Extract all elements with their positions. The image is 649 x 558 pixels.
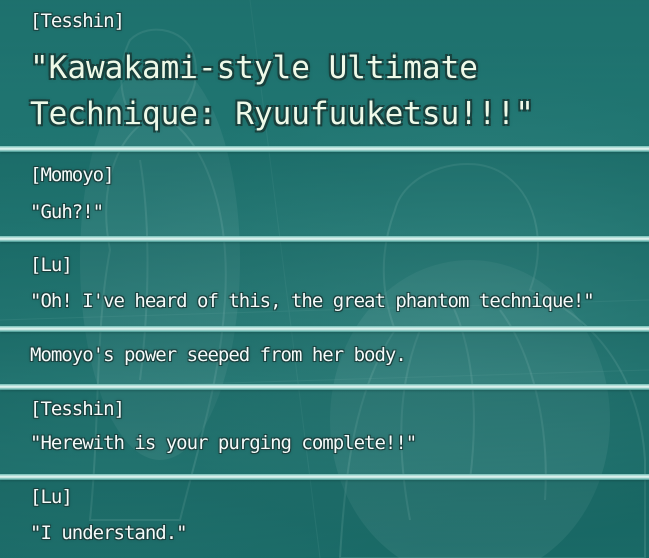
log-entry-6[interactable]: [Lu] "I understand." bbox=[0, 480, 649, 558]
dialogue-line: "Herewith is your purging complete!!" bbox=[30, 432, 417, 454]
game-screen: [Tesshin] "Kawakami-style Ultimate Techn… bbox=[0, 0, 649, 558]
narration-line: Momoyo's power seeped from her body. bbox=[30, 344, 407, 366]
log-entry-4[interactable]: Momoyo's power seeped from her body. bbox=[0, 332, 649, 384]
log-entry-1[interactable]: [Tesshin] "Kawakami-style Ultimate Techn… bbox=[0, 0, 649, 146]
dialogue-line: "I understand." bbox=[30, 522, 188, 544]
speaker-name: [Tesshin] bbox=[30, 398, 125, 420]
dialogue-line: "Oh! I've heard of this, the great phant… bbox=[30, 290, 595, 312]
log-entry-2[interactable]: [Momoyo] "Guh?!" bbox=[0, 152, 649, 236]
speaker-name: [Lu] bbox=[30, 486, 73, 508]
speaker-name: [Tesshin] bbox=[30, 10, 125, 32]
speaker-name: [Lu] bbox=[30, 254, 73, 276]
speaker-name: [Momoyo] bbox=[30, 164, 115, 186]
dialogue-line: "Kawakami-style Ultimate bbox=[30, 50, 478, 86]
log-entry-5[interactable]: [Tesshin] "Herewith is your purging comp… bbox=[0, 390, 649, 474]
dialogue-line: Technique: Ryuufuuketsu!!!" bbox=[30, 96, 534, 132]
dialogue-line: "Guh?!" bbox=[30, 201, 104, 223]
log-entry-3[interactable]: [Lu] "Oh! I've heard of this, the great … bbox=[0, 242, 649, 326]
